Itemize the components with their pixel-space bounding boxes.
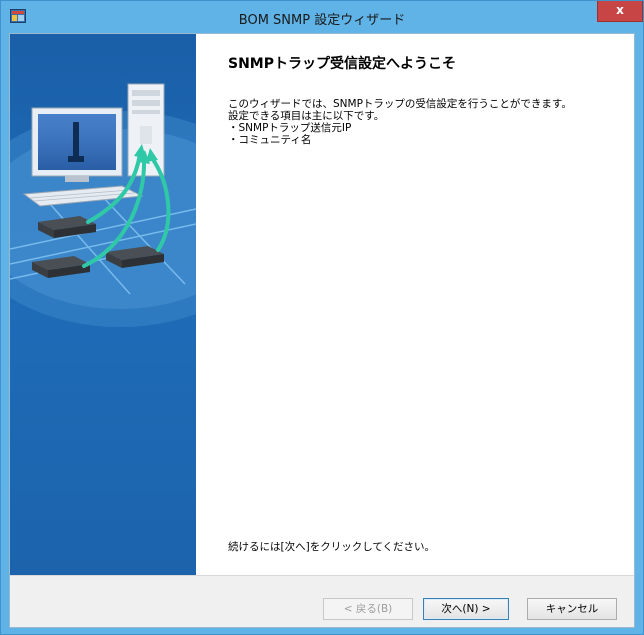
close-icon: x	[616, 3, 624, 17]
network-computer-illustration	[10, 83, 196, 327]
intro-line: ・SNMPトラップ送信元IP	[228, 122, 352, 134]
continue-hint: 続けるには[次へ]をクリックしてください。	[228, 541, 436, 553]
next-button[interactable]: 次へ(N) >	[423, 598, 509, 620]
wizard-window: BOM SNMP 設定ウィザード x SNMPトラップ受信設定へようこそ このウ…	[0, 0, 644, 635]
side-illustration-panel	[10, 34, 196, 575]
page-title: SNMPトラップ受信設定へようこそ	[228, 56, 456, 72]
back-button[interactable]: < 戻る(B)	[323, 598, 413, 620]
cancel-button[interactable]: キャンセル	[527, 598, 617, 620]
close-button[interactable]: x	[597, 1, 643, 22]
intro-line: 設定できる項目は主に以下です。	[228, 110, 385, 122]
window-title: BOM SNMP 設定ウィザード	[238, 13, 406, 28]
intro-line: ・コミュニティ名	[228, 134, 312, 146]
title-bar[interactable]: BOM SNMP 設定ウィザード x	[1, 1, 643, 33]
intro-line: このウィザードでは、SNMPトラップの受信設定を行うことができます。	[228, 98, 572, 110]
button-bar: < 戻る(B) 次へ(N) > キャンセル	[10, 575, 634, 627]
wizard-body: SNMPトラップ受信設定へようこそ このウィザードでは、SNMPトラップの受信設…	[9, 33, 635, 628]
intro-text: このウィザードでは、SNMPトラップの受信設定を行うことができます。 設定できる…	[228, 98, 572, 146]
wizard-content: SNMPトラップ受信設定へようこそ このウィザードでは、SNMPトラップの受信設…	[196, 34, 634, 575]
